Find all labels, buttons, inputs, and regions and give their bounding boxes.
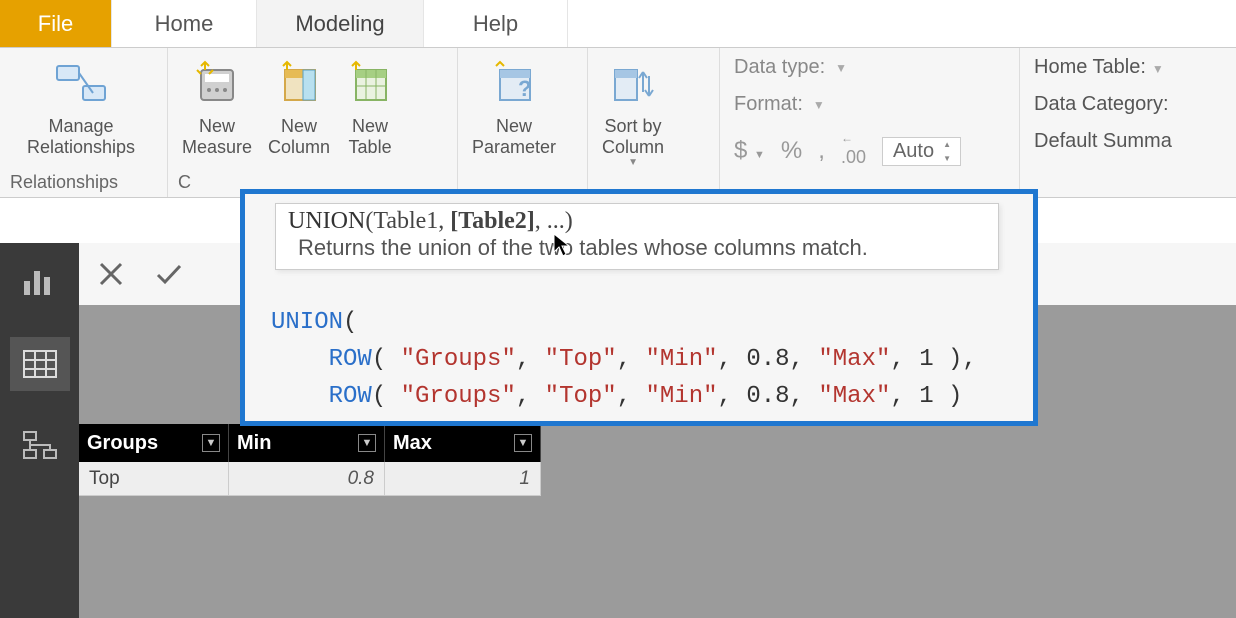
new-measure-button[interactable]: New Measure bbox=[174, 52, 260, 157]
new-measure-label: New Measure bbox=[182, 116, 252, 157]
formula-code[interactable]: UNION( ROW( "Groups", "Top", "Min", 0.8,… bbox=[271, 304, 1007, 416]
format-label: Format: bbox=[734, 93, 803, 116]
commit-formula-button[interactable] bbox=[147, 252, 191, 296]
relationships-group-label: Relationships bbox=[6, 170, 161, 195]
cell-max: 1 bbox=[385, 462, 541, 496]
manage-relationships-label: Manage Relationships bbox=[27, 116, 135, 157]
new-parameter-button[interactable]: ? New Parameter bbox=[464, 52, 564, 157]
close-icon bbox=[98, 261, 124, 287]
decimal-button[interactable]: ←.00 bbox=[841, 126, 866, 168]
new-column-label: New Column bbox=[268, 116, 330, 157]
check-icon bbox=[155, 262, 183, 286]
tab-file[interactable]: File bbox=[0, 0, 112, 47]
new-table-button[interactable]: New Table bbox=[338, 52, 402, 157]
spinner-icon[interactable]: ▲▼ bbox=[943, 140, 957, 163]
column-header-max[interactable]: Max▼ bbox=[385, 424, 541, 462]
view-sidebar bbox=[0, 243, 79, 618]
decimal-places-value: Auto bbox=[893, 140, 934, 162]
function-description: Returns the union of the two tables whos… bbox=[288, 235, 986, 261]
relationships-icon bbox=[53, 56, 109, 112]
ribbon-group-calculations: New Measure New Column bbox=[168, 48, 458, 197]
chevron-down-icon: ▼ bbox=[754, 149, 765, 161]
currency-button[interactable]: $ ▼ bbox=[734, 137, 765, 165]
default-summarization-label: Default Summa bbox=[1034, 130, 1172, 152]
column-icon bbox=[275, 56, 323, 112]
decimal-places-input[interactable]: Auto ▲▼ bbox=[882, 137, 961, 166]
table-header: Groups▼ Min▼ Max▼ bbox=[79, 424, 541, 462]
chevron-down-icon[interactable]: ▼ bbox=[514, 434, 532, 452]
default-summarization-dropdown[interactable]: Default Summa bbox=[1034, 130, 1172, 153]
chevron-down-icon[interactable]: ▼ bbox=[202, 434, 220, 452]
format-dropdown[interactable]: Format: ▼ bbox=[734, 93, 1005, 116]
percent-button[interactable]: % bbox=[781, 137, 802, 165]
data-type-label: Data type: bbox=[734, 56, 825, 79]
sort-by-column-label: Sort by Column bbox=[602, 116, 664, 157]
data-table: Groups▼ Min▼ Max▼ Top 0.8 1 bbox=[79, 424, 541, 496]
chevron-down-icon: ▼ bbox=[813, 98, 825, 112]
tab-home[interactable]: Home bbox=[112, 0, 257, 47]
model-view-button[interactable] bbox=[10, 419, 70, 473]
ribbon-group-whatif: ? New Parameter bbox=[458, 48, 588, 197]
column-header-min[interactable]: Min▼ bbox=[229, 424, 385, 462]
ribbon-group-properties: Home Table: ▼ Data Category: Default Summ… bbox=[1020, 48, 1186, 197]
cell-groups: Top bbox=[79, 462, 229, 496]
column-header-groups[interactable]: Groups▼ bbox=[79, 424, 229, 462]
data-view-button[interactable] bbox=[10, 337, 70, 391]
ribbon-group-relationships: Manage Relationships Relationships bbox=[0, 48, 168, 197]
data-category-dropdown[interactable]: Data Category: bbox=[1034, 93, 1172, 116]
home-table-dropdown[interactable]: Home Table: ▼ bbox=[1034, 56, 1172, 79]
function-signature: UNION(Table1, [Table2], ...) bbox=[288, 208, 986, 235]
table-icon bbox=[346, 56, 394, 112]
manage-relationships-button[interactable]: Manage Relationships bbox=[6, 52, 156, 157]
data-category-label: Data Category: bbox=[1034, 93, 1169, 115]
sort-by-column-button[interactable]: Sort by Column ▼ bbox=[594, 52, 672, 169]
tab-help[interactable]: Help bbox=[424, 0, 568, 47]
tab-modeling[interactable]: Modeling bbox=[257, 0, 424, 47]
intellisense-tooltip: UNION(Table1, [Table2], ...) Returns the… bbox=[275, 203, 999, 270]
report-view-button[interactable] bbox=[10, 255, 70, 309]
data-type-dropdown[interactable]: Data type: ▼ bbox=[734, 56, 1005, 79]
chevron-down-icon: ▼ bbox=[835, 61, 847, 75]
new-parameter-label: New Parameter bbox=[472, 116, 556, 157]
chevron-down-icon[interactable]: ▼ bbox=[358, 434, 376, 452]
ribbon-tabs: File Home Modeling Help bbox=[0, 0, 1236, 48]
sort-icon bbox=[609, 56, 657, 112]
table-row[interactable]: Top 0.8 1 bbox=[79, 462, 541, 496]
chevron-down-icon: ▼ bbox=[628, 157, 638, 169]
ribbon-group-formatting: Data type: ▼ Format: ▼ $ ▼ % , ←.00 Auto… bbox=[720, 48, 1020, 197]
formula-editor[interactable]: UNION(Table1, [Table2], ...) Returns the… bbox=[240, 189, 1038, 426]
measure-icon bbox=[193, 56, 241, 112]
parameter-icon: ? bbox=[490, 56, 538, 112]
ribbon-group-sort: Sort by Column ▼ bbox=[588, 48, 720, 197]
svg-text:?: ? bbox=[518, 76, 531, 101]
new-table-label: New Table bbox=[349, 116, 392, 157]
table-icon bbox=[22, 349, 58, 379]
bar-chart-icon bbox=[22, 267, 58, 297]
chevron-down-icon: ▼ bbox=[1152, 62, 1164, 76]
thousands-button[interactable]: , bbox=[818, 137, 825, 165]
cancel-formula-button[interactable] bbox=[89, 252, 133, 296]
model-icon bbox=[22, 430, 58, 462]
home-table-label: Home Table: bbox=[1034, 56, 1146, 78]
new-column-button[interactable]: New Column bbox=[260, 52, 338, 157]
ribbon: Manage Relationships Relationships bbox=[0, 48, 1236, 198]
cell-min: 0.8 bbox=[229, 462, 385, 496]
